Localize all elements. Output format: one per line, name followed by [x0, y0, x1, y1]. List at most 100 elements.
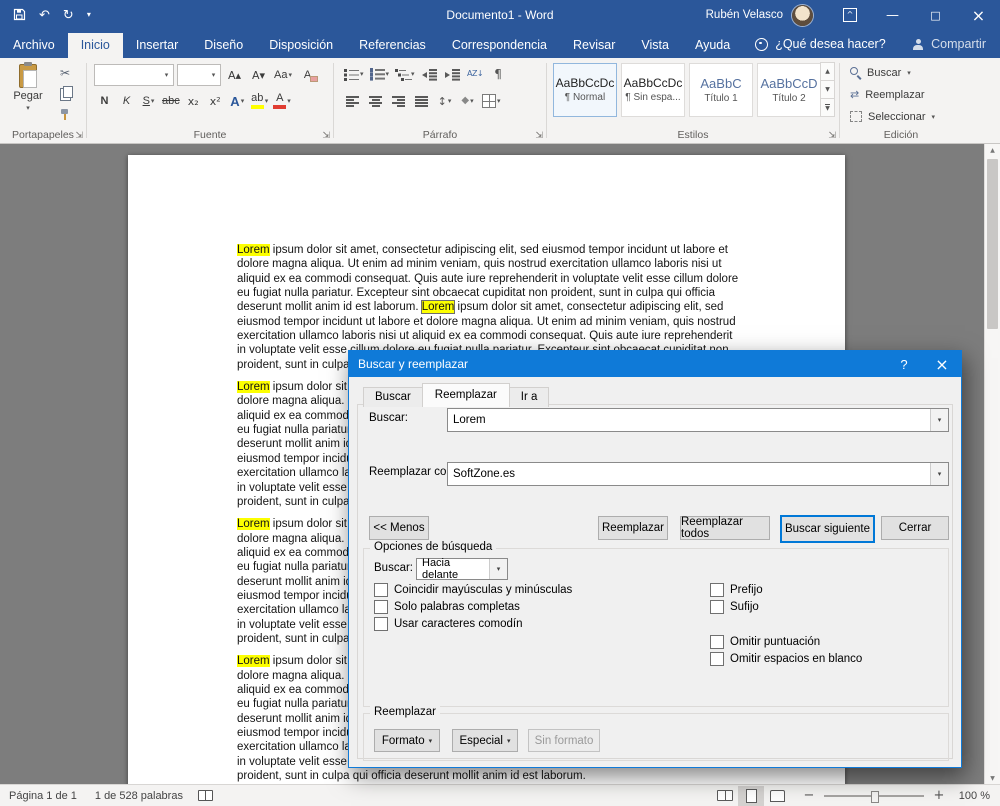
font-size-combobox[interactable]: ▾	[177, 64, 221, 86]
decrease-indent-button[interactable]	[419, 64, 440, 84]
multilevel-list-button[interactable]: ▾	[393, 64, 417, 84]
align-right-button[interactable]	[388, 91, 409, 111]
checkbox-icon[interactable]	[374, 583, 388, 597]
subscript-button[interactable]: x₂	[183, 91, 204, 111]
page-indicator[interactable]: Página 1 de 1	[0, 790, 86, 802]
change-case-button[interactable]: Aa ▾	[272, 65, 294, 85]
scroll-down-arrow[interactable]: ▼	[985, 771, 1000, 785]
paragraph-dialog-launcher[interactable]: ⇲	[535, 132, 543, 141]
dialog-tab-buscar[interactable]: Buscar	[363, 387, 423, 407]
numbering-button[interactable]: ▾	[368, 64, 392, 84]
print-layout-button[interactable]	[738, 785, 764, 806]
align-center-button[interactable]	[365, 91, 386, 111]
dropdown-arrow-icon[interactable]: ▾	[489, 559, 507, 579]
grow-font-button[interactable]: A▴	[224, 65, 245, 85]
undo-icon[interactable]: ↶	[39, 9, 50, 22]
word-count[interactable]: 1 de 528 palabras	[86, 790, 192, 802]
text-effects-button[interactable]: A ▾	[227, 91, 248, 111]
font-name-combobox[interactable]: ▾	[94, 64, 174, 86]
dialog-help-button[interactable]: ?	[885, 351, 923, 377]
zoom-slider-thumb[interactable]	[871, 790, 879, 803]
styles-more-button[interactable]: ▼	[820, 98, 835, 117]
dialog-title-bar[interactable]: Buscar y reemplazar ? ×	[349, 351, 961, 377]
replace-button[interactable]: Reemplazar	[598, 516, 668, 540]
scroll-up-arrow[interactable]: ▲	[985, 143, 1000, 157]
no-format-button[interactable]: Sin formato	[528, 729, 600, 752]
font-color-button[interactable]: A ▾	[271, 91, 293, 111]
styles-dialog-launcher[interactable]: ⇲	[828, 132, 836, 141]
share-button[interactable]: Compartir	[912, 37, 986, 58]
suffix-checkbox[interactable]: Sufijo	[710, 600, 759, 614]
scrollbar-thumb[interactable]	[987, 159, 998, 329]
borders-button[interactable]: ▾	[480, 91, 503, 111]
clear-formatting-button[interactable]: A	[297, 65, 318, 85]
style-card-no-spacing[interactable]: AaBbCcDc ¶ Sin espa...	[621, 63, 685, 117]
zoom-out-button[interactable]: −	[800, 788, 818, 803]
styles-scroll-down-button[interactable]: ▼	[820, 80, 835, 99]
paste-button[interactable]: Pegar ▾	[6, 62, 50, 125]
italic-button[interactable]: K	[116, 91, 137, 111]
line-spacing-button[interactable]: ↕ ▾	[434, 91, 455, 111]
chevron-down-icon[interactable]: ▾	[160, 71, 173, 79]
close-dialog-button[interactable]: Cerrar	[881, 516, 949, 540]
increase-indent-button[interactable]	[442, 64, 463, 84]
ignore-whitespace-checkbox[interactable]: Omitir espacios en blanco	[710, 652, 862, 666]
proofing-icon[interactable]	[197, 790, 213, 801]
select-menu-button[interactable]: Seleccionar ▾	[850, 108, 935, 125]
shading-button[interactable]: ◆ ▾	[457, 91, 478, 111]
wildcards-checkbox[interactable]: Usar caracteres comodín	[374, 617, 522, 631]
tab-correspondencia[interactable]: Correspondencia	[439, 33, 560, 59]
style-card-heading2[interactable]: AaBbCcD Título 2	[757, 63, 821, 117]
copy-button[interactable]	[56, 85, 74, 101]
tab-archivo[interactable]: Archivo	[0, 33, 68, 59]
format-painter-button[interactable]	[56, 108, 74, 122]
tab-diseno[interactable]: Diseño	[191, 33, 256, 59]
format-menu-button[interactable]: Formato ▾	[374, 729, 440, 752]
replace-with-input[interactable]: SoftZone.es ▾	[447, 462, 949, 486]
checkbox-icon[interactable]	[710, 652, 724, 666]
font-dialog-launcher[interactable]: ⇲	[322, 132, 330, 141]
zoom-slider[interactable]	[824, 790, 924, 803]
style-card-normal[interactable]: AaBbCcDc ¶ Normal	[553, 63, 617, 117]
vertical-scrollbar[interactable]: ▲ ▼	[984, 143, 1000, 785]
sort-button[interactable]: AZ↓	[465, 64, 486, 84]
special-menu-button[interactable]: Especial ▾	[452, 729, 518, 752]
checkbox-icon[interactable]	[710, 635, 724, 649]
user-avatar[interactable]	[792, 4, 813, 26]
dropdown-arrow-icon[interactable]: ▾	[930, 409, 948, 431]
tab-vista[interactable]: Vista	[628, 33, 682, 59]
strikethrough-button[interactable]: abc	[160, 91, 182, 111]
tab-disposicion[interactable]: Disposición	[256, 33, 346, 59]
checkbox-icon[interactable]	[710, 583, 724, 597]
redo-icon[interactable]: ↻	[63, 9, 74, 22]
cut-button[interactable]: ✂	[56, 66, 74, 80]
superscript-button[interactable]: x²	[205, 91, 226, 111]
save-icon[interactable]	[13, 8, 26, 23]
bullets-button[interactable]: ▾	[342, 64, 366, 84]
zoom-in-button[interactable]: +	[930, 788, 948, 803]
ribbon-display-options-button[interactable]: ^	[829, 0, 871, 30]
close-button[interactable]: ×	[957, 0, 1000, 30]
ignore-punctuation-checkbox[interactable]: Omitir puntuación	[710, 635, 820, 649]
highlight-color-button[interactable]: ab ▾	[249, 91, 271, 111]
direction-select[interactable]: Hacia delante ▾	[416, 557, 508, 581]
checkbox-icon[interactable]	[374, 600, 388, 614]
match-case-checkbox[interactable]: Coincidir mayúsculas y minúsculas	[374, 583, 572, 597]
underline-button[interactable]: S ▾	[138, 91, 159, 111]
dialog-tab-reemplazar[interactable]: Reemplazar	[421, 383, 510, 407]
tab-ayuda[interactable]: Ayuda	[682, 33, 743, 59]
dialog-close-icon[interactable]: ×	[923, 351, 961, 377]
checkbox-icon[interactable]	[374, 617, 388, 631]
dropdown-arrow-icon[interactable]: ▾	[930, 463, 948, 485]
bold-button[interactable]: N	[94, 91, 115, 111]
whole-words-checkbox[interactable]: Solo palabras completas	[374, 600, 520, 614]
tab-inicio[interactable]: Inicio	[67, 32, 123, 58]
zoom-level[interactable]: 100 %	[952, 790, 990, 802]
minimize-button[interactable]: —	[871, 0, 914, 30]
read-mode-button[interactable]	[712, 786, 738, 806]
find-next-button[interactable]: Buscar siguiente	[780, 515, 875, 543]
tab-revisar[interactable]: Revisar	[560, 33, 628, 59]
justify-button[interactable]	[411, 91, 432, 111]
show-formatting-marks-button[interactable]: ¶	[488, 64, 509, 84]
shrink-font-button[interactable]: A▾	[248, 65, 269, 85]
